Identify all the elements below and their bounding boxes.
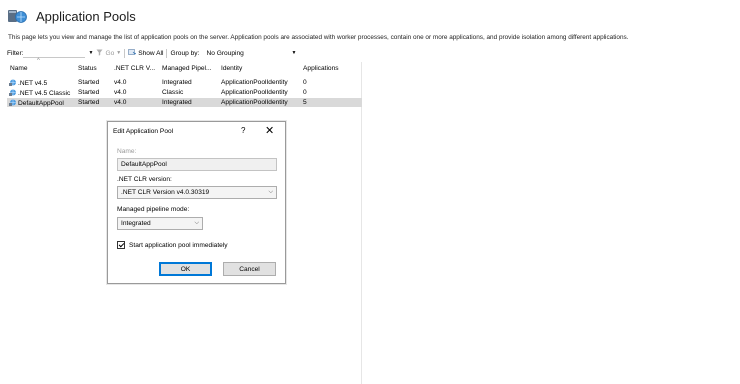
- close-icon[interactable]: ✕: [265, 124, 274, 137]
- table-row[interactable]: .NET v4.5 Started v4.0 Integrated Applic…: [7, 78, 362, 87]
- go-label: Go: [105, 49, 115, 57]
- pool-name-cell: DefaultAppPool: [9, 99, 64, 107]
- group-by-value: No Grouping: [206, 49, 244, 57]
- show-all-button[interactable]: Show All: [128, 48, 164, 58]
- edit-application-pool-dialog: Edit Application Pool ? ✕ Name: DefaultA…: [107, 121, 286, 284]
- go-dropdown-arrow-icon: ▼: [116, 50, 122, 56]
- toolbar-divider: [124, 48, 126, 58]
- status-cell: Started: [78, 88, 100, 96]
- application-pools-icon: [7, 7, 27, 25]
- clr-version-value: .NET CLR Version v4.0.30319: [121, 189, 210, 196]
- pipeline-cell: Integrated: [162, 78, 192, 86]
- group-by-select[interactable]: No Grouping: [203, 48, 291, 58]
- cancel-button[interactable]: Cancel: [223, 262, 276, 276]
- page-description: This page lets you view and manage the l…: [8, 34, 629, 41]
- go-button[interactable]: Go ▼: [96, 49, 121, 58]
- filter-dropdown-arrow-icon[interactable]: ▼: [88, 50, 93, 56]
- column-header-pipeline[interactable]: Managed Pipel...: [162, 65, 212, 72]
- pipeline-cell: Integrated: [162, 98, 192, 106]
- table-row[interactable]: DefaultAppPool Started v4.0 Integrated A…: [7, 98, 362, 107]
- dialog-title: Edit Application Pool: [113, 128, 174, 135]
- show-all-icon: [128, 48, 137, 58]
- filter-label: Filter:: [7, 49, 24, 57]
- pipeline-mode-label: Managed pipeline mode:: [117, 206, 190, 213]
- applications-cell: 0: [303, 88, 307, 96]
- column-header-identity[interactable]: Identity: [221, 65, 242, 72]
- filter-input[interactable]: [23, 48, 86, 58]
- status-cell: Started: [78, 98, 100, 106]
- start-immediately-option[interactable]: Start application pool immediately: [117, 241, 228, 249]
- app-pool-icon: [9, 89, 17, 96]
- show-all-label: Show All: [138, 49, 164, 57]
- chevron-down-icon: ⌵: [194, 220, 199, 226]
- table-row[interactable]: .NET v4.5 Classic Started v4.0 Classic A…: [7, 88, 362, 97]
- page-title: Application Pools: [36, 8, 136, 24]
- clr-cell: v4.0: [114, 88, 127, 96]
- identity-cell: ApplicationPoolIdentity: [221, 78, 288, 86]
- filter-toolbar: Filter: ▼ Go ▼ Show All Group by: No Gro…: [7, 47, 299, 59]
- name-value: DefaultAppPool: [121, 161, 167, 168]
- start-immediately-checkbox[interactable]: [117, 241, 125, 249]
- toolbar-divider: [166, 48, 168, 58]
- pipeline-mode-value: Integrated: [121, 220, 151, 227]
- pool-name-cell: .NET v4.5: [9, 79, 47, 87]
- sort-ascending-icon: ^: [37, 58, 40, 64]
- column-header-clr-version[interactable]: .NET CLR V...: [114, 65, 155, 72]
- start-immediately-label: Start application pool immediately: [129, 241, 228, 249]
- grid-header: Name ^ Status .NET CLR V... Managed Pipe…: [7, 58, 362, 76]
- applications-cell: 5: [303, 98, 307, 106]
- pipeline-cell: Classic: [162, 88, 184, 96]
- column-header-applications[interactable]: Applications: [303, 65, 339, 72]
- clr-cell: v4.0: [114, 78, 127, 86]
- app-pool-icon: [9, 79, 17, 86]
- applications-cell: 0: [303, 78, 307, 86]
- identity-cell: ApplicationPoolIdentity: [221, 98, 288, 106]
- ok-button[interactable]: OK: [159, 262, 212, 276]
- funnel-icon: [96, 49, 103, 58]
- group-by-dropdown-arrow-icon[interactable]: ▼: [291, 50, 296, 56]
- name-label: Name:: [117, 148, 137, 155]
- pool-name-cell: .NET v4.5 Classic: [9, 89, 70, 97]
- clr-version-label: .NET CLR version:: [117, 176, 172, 183]
- clr-cell: v4.0: [114, 98, 127, 106]
- name-field: DefaultAppPool: [117, 158, 277, 171]
- column-header-name[interactable]: Name: [10, 65, 28, 72]
- pipeline-mode-select[interactable]: Integrated ⌵: [117, 217, 203, 230]
- status-cell: Started: [78, 78, 100, 86]
- clr-version-select[interactable]: .NET CLR Version v4.0.30319 ⌵: [117, 186, 277, 199]
- app-pool-icon: [9, 99, 17, 106]
- group-by-label: Group by:: [170, 49, 200, 57]
- column-header-status[interactable]: Status: [78, 65, 97, 72]
- page-header: Application Pools: [7, 4, 136, 28]
- identity-cell: ApplicationPoolIdentity: [221, 88, 288, 96]
- help-icon[interactable]: ?: [241, 126, 245, 135]
- chevron-down-icon: ⌵: [268, 189, 273, 195]
